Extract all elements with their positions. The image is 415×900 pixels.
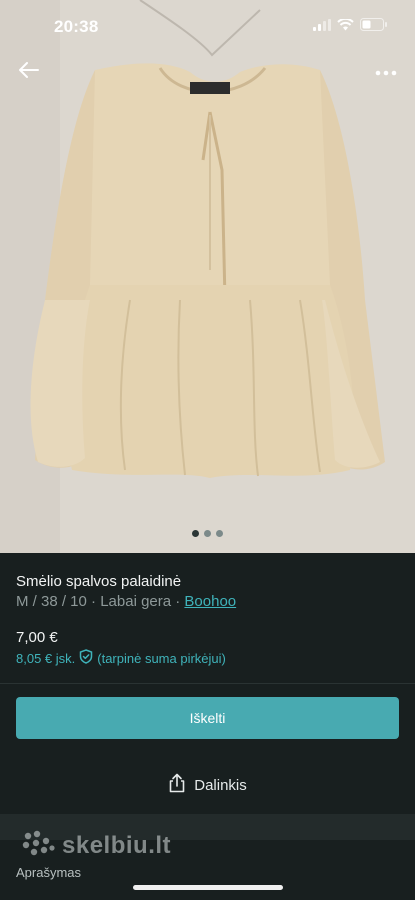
item-price: 7,00 €: [16, 629, 58, 646]
brand-link[interactable]: Boohoo: [184, 593, 236, 610]
share-icon: [168, 773, 186, 798]
item-details: Smėlio spalvos palaidinė M / 38 / 10 · L…: [0, 553, 415, 683]
more-horizontal-icon: [375, 63, 397, 81]
gallery-dot[interactable]: [216, 530, 223, 537]
share-button[interactable]: Dalinkis: [0, 766, 415, 804]
arrow-left-icon: [19, 61, 39, 83]
gallery-dot[interactable]: [204, 530, 211, 537]
watermark: skelbiu.lt: [22, 830, 171, 861]
buyer-price-note: (tarpinė suma pirkėjui): [97, 650, 226, 666]
status-time: 20:38: [54, 17, 99, 36]
home-indicator[interactable]: [133, 885, 283, 890]
share-label: Dalinkis: [194, 776, 247, 794]
gallery-dot[interactable]: [192, 530, 199, 537]
gallery-indicator: [0, 530, 415, 537]
cellular-signal-icon: [313, 18, 331, 36]
status-bar: 20:38: [0, 0, 415, 54]
more-options-button[interactable]: [373, 59, 399, 85]
top-nav: [0, 54, 415, 90]
status-icons: [313, 17, 387, 36]
back-button[interactable]: [16, 59, 42, 85]
shield-icon: [79, 649, 93, 667]
description-heading: Aprašymas: [16, 865, 82, 880]
wifi-icon: [337, 17, 354, 36]
item-attributes: M / 38 / 10 · Labai gera · Boohoo: [16, 593, 236, 610]
item-attributes-text: M / 38 / 10 · Labai gera ·: [16, 593, 185, 610]
buyer-price[interactable]: 8,05 € jsk. (tarpinė suma pirkėjui): [16, 649, 226, 667]
item-title: Smėlio spalvos palaidinė: [16, 573, 182, 590]
skelbiu-logo-icon: [22, 830, 56, 861]
bump-button[interactable]: Iškelti: [16, 697, 399, 739]
watermark-text: skelbiu.lt: [62, 831, 172, 859]
battery-icon: [360, 18, 387, 36]
buyer-price-value: 8,05 € jsk.: [16, 650, 76, 666]
divider: [0, 683, 415, 684]
